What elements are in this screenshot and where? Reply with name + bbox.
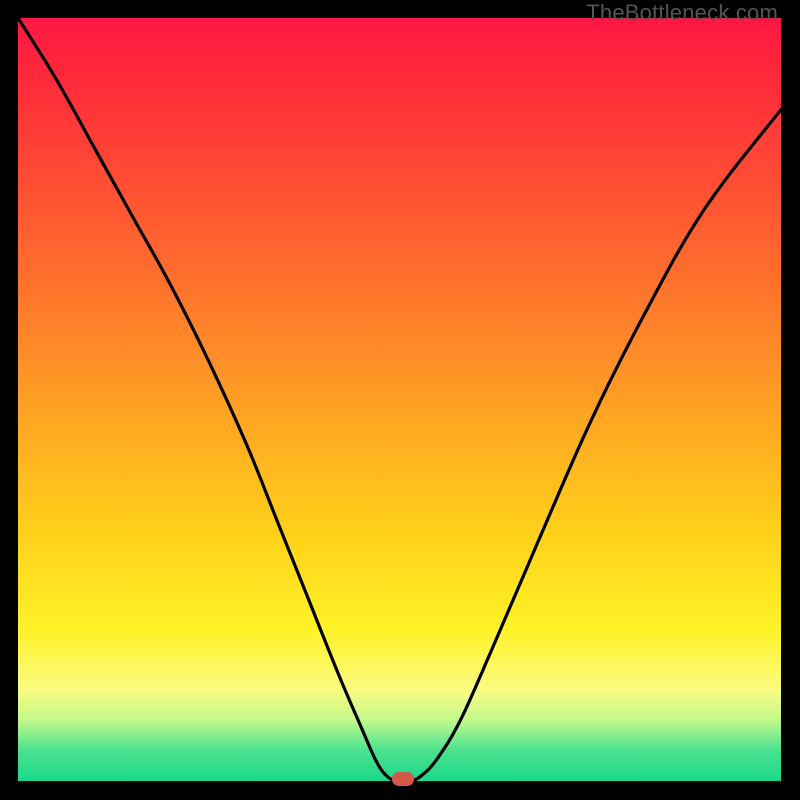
bottleneck-marker	[392, 772, 414, 786]
bottleneck-curve	[18, 18, 781, 781]
plot-area	[18, 18, 781, 781]
chart-container: TheBottleneck.com	[0, 0, 800, 800]
watermark-text: TheBottleneck.com	[586, 0, 778, 26]
